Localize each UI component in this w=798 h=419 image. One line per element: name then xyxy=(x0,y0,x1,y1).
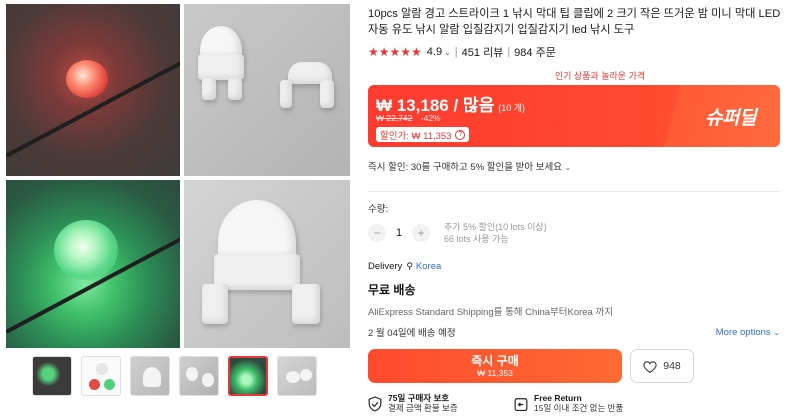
divider xyxy=(368,191,780,192)
promo-banner-text: 인기 상품과 놀라운 가격 xyxy=(554,71,646,81)
heart-icon xyxy=(643,360,657,373)
quantity-value[interactable]: 1 xyxy=(386,227,412,239)
order-count: 984 주문 xyxy=(514,47,556,59)
thumbnail-4[interactable] xyxy=(179,356,219,396)
buyer-protection[interactable]: 75일 구매자 보호 결제 금액 환불 보증 xyxy=(368,393,514,414)
coupon-price-badge[interactable]: 할인가: ₩ 11,353 ? xyxy=(376,127,470,142)
price-unit: (10 개) xyxy=(498,103,526,113)
product-image-clips xyxy=(184,4,350,176)
discount-percent: -42% xyxy=(420,113,441,123)
pin-icon: ⚲ xyxy=(406,261,413,271)
delivery-country[interactable]: Korea xyxy=(416,261,441,272)
return-arrow-icon xyxy=(514,398,528,412)
quantity-stepper[interactable]: − 1 + 추가 5% 할인(10 lots 이상) 66 lots 사용 가능 xyxy=(368,221,788,245)
review-count[interactable]: 451 리뷰 xyxy=(462,44,504,60)
delivery-date: 2 월 04일에 배송 예정 xyxy=(368,328,456,339)
super-deal-label: 슈퍼딜 xyxy=(705,108,756,129)
product-image-green-light xyxy=(6,180,180,348)
chevron-down-icon: ⌄ xyxy=(444,47,451,57)
shield-check-icon xyxy=(368,396,382,412)
thumbnail-2[interactable] xyxy=(81,356,121,396)
instant-discount[interactable]: 즉시 할인: 30를 구매하고 5% 할인을 받아 보세요 ⌄ xyxy=(368,159,788,173)
quantity-info: 추가 5% 할인(10 lots 이상) 66 lots 사용 가능 xyxy=(444,222,547,244)
thumbnail-5-selected[interactable] xyxy=(228,356,268,396)
delivery-label: Delivery xyxy=(368,261,403,272)
product-info-panel: 10pcs 알람 경고 스트라이크 1 낚시 막대 팁 클립에 2 크기 작은 … xyxy=(368,0,788,414)
rating-value: 4.9 xyxy=(426,46,443,58)
product-title: 10pcs 알람 경고 스트라이크 1 낚시 막대 팁 클립에 2 크기 작은 … xyxy=(368,8,781,36)
product-image-red-light xyxy=(6,4,180,176)
rating-row[interactable]: ★★★★★ 4.9 ⌄ | 451 리뷰 | 984 주문 xyxy=(368,44,788,60)
shipping-method: AliExpress Standard Shipping를 통해 China부터… xyxy=(368,307,613,318)
coupon-price: 할인가: ₩ 11,353 xyxy=(380,130,452,142)
wishlist-count: 948 xyxy=(663,360,681,372)
buy-now-button[interactable]: 즉시 구매 ₩ 11,353 xyxy=(368,349,622,383)
more-options-link[interactable]: More options ⌄ xyxy=(716,327,780,338)
delivery-row[interactable]: Delivery ⚲ Korea xyxy=(368,261,788,272)
wishlist-button[interactable]: 948 xyxy=(630,349,694,383)
increase-quantity-button[interactable]: + xyxy=(412,224,430,242)
thumbnail-1[interactable] xyxy=(32,356,72,396)
help-icon[interactable]: ? xyxy=(455,129,466,140)
quantity-label: 수량: xyxy=(368,204,389,215)
guarantee-row: 75일 구매자 보호 결제 금액 환불 보증 Free Return 15일 이… xyxy=(368,393,788,414)
shipping-title: 무료 배송 xyxy=(368,283,416,297)
thumbnail-strip[interactable] xyxy=(32,356,317,396)
star-rating-icon: ★★★★★ xyxy=(368,45,422,59)
free-return[interactable]: Free Return 15일 이내 조건 없는 반품 xyxy=(514,393,660,414)
thumbnail-6[interactable] xyxy=(277,356,317,396)
decrease-quantity-button[interactable]: − xyxy=(368,224,386,242)
chevron-down-icon: ⌄ xyxy=(773,327,780,337)
product-image-clip-closeup xyxy=(184,180,350,348)
chevron-down-icon: ⌄ xyxy=(564,163,572,172)
original-price: ₩ 22,742 xyxy=(376,113,413,123)
thumbnail-3[interactable] xyxy=(130,356,170,396)
product-image-gallery[interactable] xyxy=(6,4,350,348)
price-box: ₩ 13,186 / 많음 (10 개) ₩ 22,742 -42% 할인가: … xyxy=(368,85,780,147)
